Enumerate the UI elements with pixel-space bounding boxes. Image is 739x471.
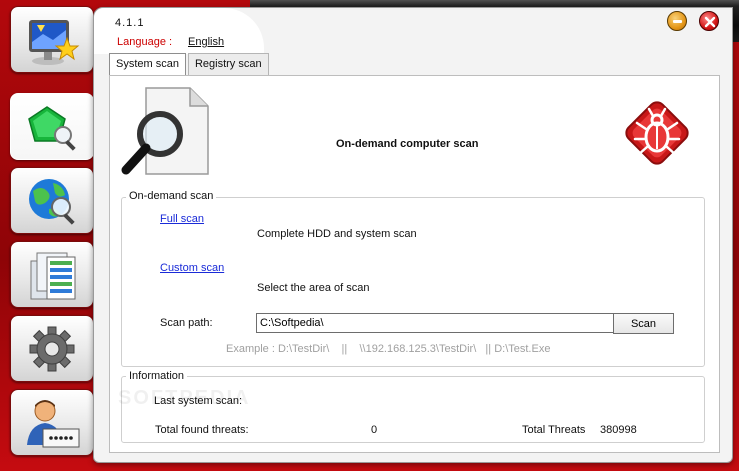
total-threats-value: 380998 (600, 424, 637, 436)
scan-button[interactable]: Scan (613, 313, 674, 334)
nav-settings-button[interactable] (10, 315, 94, 382)
tab-registry-scan[interactable]: Registry scan (187, 53, 269, 75)
globe-magnifier-icon (29, 178, 75, 225)
language-selector[interactable]: English (188, 36, 224, 48)
gear-icon (29, 326, 75, 371)
scan-path-input[interactable] (256, 313, 614, 333)
ondemand-scan-legend: On-demand scan (126, 190, 217, 202)
close-button[interactable] (699, 11, 719, 31)
minimize-button[interactable] (667, 11, 687, 31)
server-rack-icon (30, 252, 76, 299)
tab-system-scan[interactable]: System scan (109, 53, 186, 75)
found-threats-value: 0 (371, 424, 378, 436)
document-magnifier-icon (121, 87, 209, 175)
shield-magnifier-icon (28, 105, 76, 151)
window-header: 4.1.1 Language : English (94, 8, 264, 54)
nav-scan-button[interactable] (10, 93, 94, 160)
scan-path-example: Example : D:\TestDir\ || \\192.168.125.3… (226, 343, 551, 355)
page-title: On-demand computer scan (336, 138, 479, 150)
nav-home-button[interactable] (10, 6, 94, 73)
full-scan-description: Complete HDD and system scan (257, 228, 417, 240)
ondemand-scan-group (121, 197, 705, 367)
nav-account-button[interactable] (10, 389, 94, 456)
information-legend: Information (126, 370, 188, 382)
found-threats-label: Total found threats: (155, 424, 249, 436)
tab-bar: System scan Registry scan (109, 53, 269, 75)
nav-quarantine-button[interactable] (10, 241, 94, 308)
close-icon (704, 16, 716, 28)
custom-scan-description: Select the area of scan (257, 282, 370, 294)
scan-path-label: Scan path: (160, 317, 213, 329)
user-password-icon (27, 399, 80, 447)
bug-warning-icon (625, 101, 689, 165)
custom-scan-link[interactable]: Custom scan (160, 262, 224, 274)
nav-web-scan-button[interactable] (10, 167, 94, 234)
last-scan-label: Last system scan: (154, 395, 243, 407)
monitor-star-icon (29, 19, 80, 65)
language-label: Language : (117, 36, 173, 48)
full-scan-link[interactable]: Full scan (160, 213, 204, 225)
version-label: 4.1.1 (115, 17, 145, 29)
total-threats-label: Total Threats (522, 424, 586, 436)
